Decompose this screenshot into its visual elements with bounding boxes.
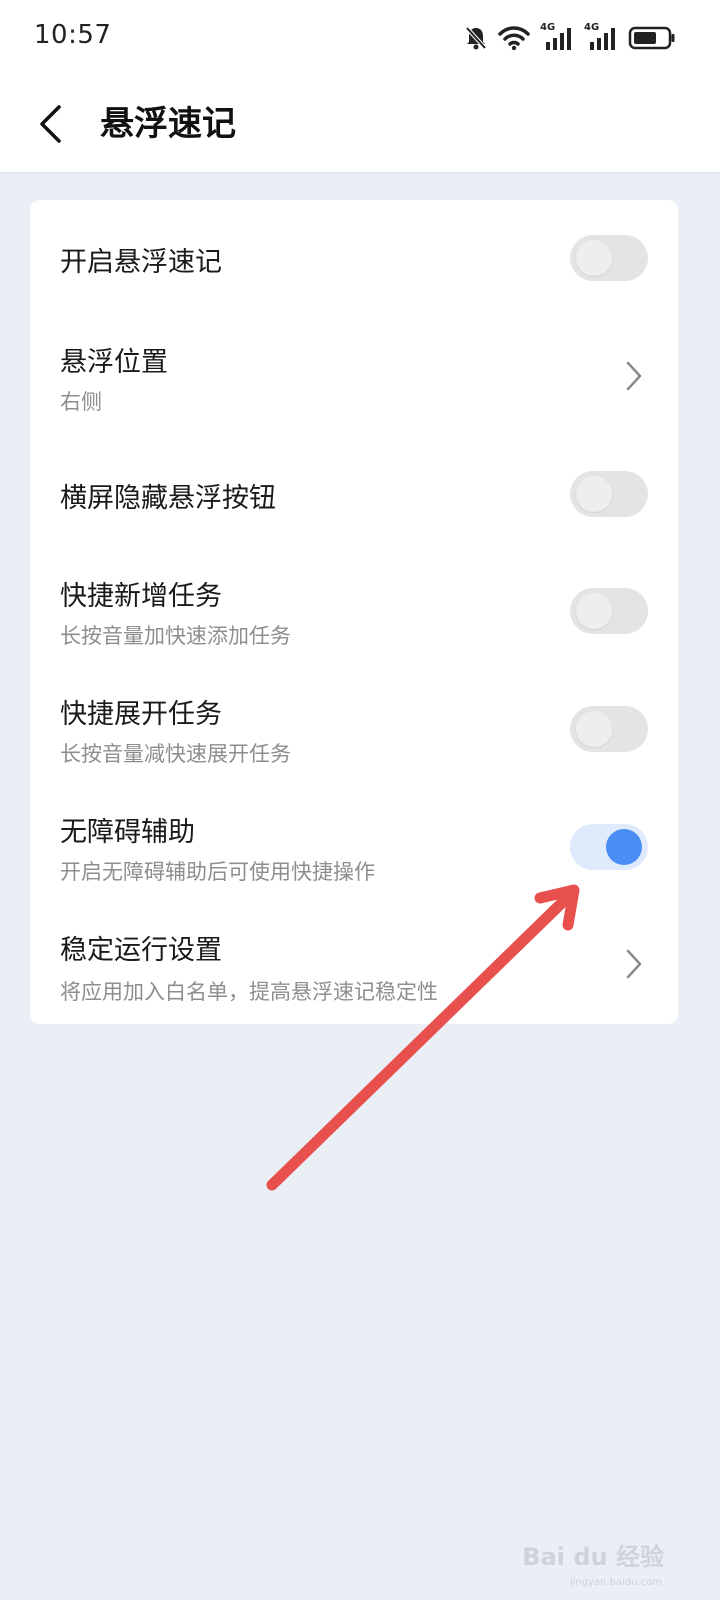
toggle-knob — [576, 476, 612, 512]
setting-title: 开启悬浮速记 — [60, 247, 222, 278]
setting-floating-position[interactable]: 悬浮位置 右侧 — [30, 318, 678, 436]
watermark-logo: Bai du 经验 — [522, 1543, 664, 1571]
setting-description: 长按音量加快速添加任务 — [60, 624, 291, 648]
setting-enable-floating-notes[interactable]: 开启悬浮速记 — [30, 200, 678, 318]
setting-title: 快捷展开任务 — [60, 699, 222, 730]
top-bar: 10:57 4G 4G 悬浮速记 — [0, 0, 720, 172]
signal-icon: 4G — [540, 22, 574, 52]
setting-stable-running[interactable]: 稳定运行设置 将应用加入白名单，提高悬浮速记稳定性 — [30, 908, 678, 1024]
back-button[interactable] — [30, 100, 70, 148]
signal-icon: 4G — [584, 22, 618, 52]
chevron-right-icon — [626, 949, 642, 979]
toggle-switch[interactable] — [570, 588, 648, 634]
battery-icon — [628, 25, 676, 51]
toggle-knob — [576, 240, 612, 276]
wifi-icon — [498, 25, 530, 51]
chevron-left-icon — [40, 105, 61, 143]
setting-description: 开启无障碍辅助后可使用快捷操作 — [60, 860, 375, 884]
setting-hide-in-landscape[interactable]: 横屏隐藏悬浮按钮 — [30, 436, 678, 554]
setting-quick-expand-task[interactable]: 快捷展开任务 长按音量减快速展开任务 — [30, 672, 678, 790]
setting-title: 横屏隐藏悬浮按钮 — [60, 483, 276, 514]
toggle-knob — [606, 829, 642, 865]
setting-title: 无障碍辅助 — [60, 817, 195, 848]
status-bar: 10:57 4G 4G — [0, 0, 720, 80]
chevron-right-icon — [626, 361, 642, 391]
watermark-url: jingyan.baidu.com — [569, 1577, 662, 1588]
toggle-switch[interactable] — [570, 824, 648, 870]
bell-muted-icon — [464, 25, 488, 51]
toggle-switch[interactable] — [570, 706, 648, 752]
toggle-switch[interactable] — [570, 235, 648, 281]
setting-accessibility[interactable]: 无障碍辅助 开启无障碍辅助后可使用快捷操作 — [30, 790, 678, 908]
page-title: 悬浮速记 — [100, 104, 236, 144]
setting-description: 长按音量减快速展开任务 — [60, 742, 291, 766]
toggle-switch[interactable] — [570, 471, 648, 517]
setting-title: 悬浮位置 — [60, 347, 168, 378]
setting-quick-add-task[interactable]: 快捷新增任务 长按音量加快速添加任务 — [30, 554, 678, 672]
app-header: 悬浮速记 — [0, 80, 720, 172]
toggle-knob — [576, 711, 612, 747]
settings-card: 开启悬浮速记 悬浮位置 右侧 横屏隐藏悬浮按钮 快捷新增任务 长按音量加快速添加… — [30, 200, 678, 1024]
status-icons: 4G 4G — [464, 22, 676, 54]
setting-title: 快捷新增任务 — [60, 581, 222, 612]
toggle-knob — [576, 593, 612, 629]
setting-value: 右侧 — [60, 390, 102, 414]
setting-description: 将应用加入白名单，提高悬浮速记稳定性 — [60, 980, 438, 1004]
status-time: 10:57 — [34, 20, 112, 50]
setting-title: 稳定运行设置 — [60, 935, 222, 966]
